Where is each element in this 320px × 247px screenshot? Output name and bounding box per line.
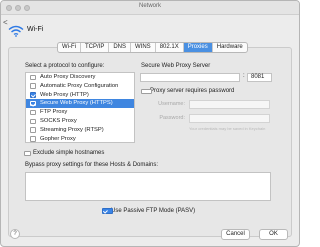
bypass-heading: Bypass proxy settings for these Hosts & … xyxy=(25,162,159,168)
proxy-server-input[interactable] xyxy=(140,73,240,82)
protocol-heading: Select a protocol to configure: xyxy=(25,63,105,69)
protocol-checkbox[interactable] xyxy=(30,109,36,116)
tab-wins[interactable]: WINS xyxy=(131,43,156,52)
protocol-label: Automatic Proxy Configuration xyxy=(40,82,119,89)
keychain-hint: Your credentials may be saved in Keychai… xyxy=(189,126,266,131)
password-label: Password: xyxy=(159,115,185,121)
protocol-label: Auto Proxy Discovery xyxy=(40,74,96,80)
password-field[interactable] xyxy=(189,114,270,123)
help-button[interactable]: ? xyxy=(10,229,20,239)
protocol-checkbox[interactable] xyxy=(30,83,36,89)
window-title: Network xyxy=(138,3,161,9)
exclude-hostnames-label: Exclude simple hostnames xyxy=(33,150,105,156)
title-bar: Network xyxy=(1,1,299,15)
port-separator: : xyxy=(243,73,245,79)
tab-wifi[interactable]: Wi-Fi xyxy=(58,43,81,52)
passive-ftp-option[interactable]: Use Passive FTP Mode (PASV) xyxy=(102,208,195,214)
protocol-list: Auto Proxy Discovery Automatic Proxy Con… xyxy=(25,72,135,143)
proxy-port-input[interactable]: 8081 xyxy=(247,73,272,82)
protocol-label: Streaming Proxy (RTSP) xyxy=(40,126,104,133)
requires-password-option[interactable]: Proxy server requires password xyxy=(141,88,234,94)
cancel-button[interactable]: Cancel xyxy=(221,229,250,240)
tab-bar: Wi-Fi TCP/IP DNS WINS 802.1X Proxies Har… xyxy=(57,42,248,53)
tab-tcpip[interactable]: TCP/IP xyxy=(81,43,110,52)
protocol-row-auto-config[interactable]: Automatic Proxy Configuration xyxy=(26,82,134,91)
wifi-icon xyxy=(8,25,24,37)
tab-dns[interactable]: DNS xyxy=(109,43,132,52)
passive-ftp-checkbox[interactable] xyxy=(102,208,113,214)
protocol-checkbox[interactable] xyxy=(30,100,36,107)
protocol-row-rtsp[interactable]: Streaming Proxy (RTSP) xyxy=(26,126,134,135)
exclude-hostnames-checkbox[interactable] xyxy=(24,150,31,156)
requires-password-label: Proxy server requires password xyxy=(150,88,235,94)
username-label: Username: xyxy=(158,101,185,107)
protocol-row-https[interactable]: Secure Web Proxy (HTTPS) xyxy=(26,99,134,109)
interface-name: Wi-Fi xyxy=(27,26,44,33)
tab-8021x[interactable]: 802.1X xyxy=(156,43,184,52)
requires-password-checkbox[interactable] xyxy=(141,88,152,94)
ok-button[interactable]: OK xyxy=(259,229,288,240)
username-field[interactable] xyxy=(189,100,270,109)
protocol-row-socks[interactable]: SOCKS Proxy xyxy=(26,117,134,126)
protocol-label: Secure Web Proxy (HTTPS) xyxy=(40,100,113,107)
protocol-label: FTP Proxy xyxy=(40,109,68,116)
protocol-checkbox[interactable] xyxy=(30,136,36,142)
server-heading: Secure Web Proxy Server xyxy=(141,63,211,69)
protocol-label: Gopher Proxy xyxy=(40,135,76,142)
interface-header: < Wi-Fi xyxy=(1,15,299,43)
bypass-hosts-textarea[interactable] xyxy=(25,172,271,201)
network-window: Network < Wi-Fi Wi-Fi TCP/IP DNS WINS 80… xyxy=(0,0,300,247)
protocol-checkbox[interactable] xyxy=(30,92,36,98)
passive-ftp-label: Use Passive FTP Mode (PASV) xyxy=(111,208,196,214)
protocol-label: SOCKS Proxy xyxy=(40,117,77,124)
protocol-checkbox[interactable] xyxy=(30,74,36,81)
tab-proxies[interactable]: Proxies xyxy=(183,43,213,52)
protocol-label: Web Proxy (HTTP) xyxy=(40,91,89,98)
protocol-row-ftp[interactable]: FTP Proxy xyxy=(26,108,134,117)
protocol-row-gopher[interactable]: Gopher Proxy xyxy=(26,135,134,144)
protocol-checkbox[interactable] xyxy=(30,118,36,125)
protocol-row-auto-discovery[interactable]: Auto Proxy Discovery xyxy=(26,73,134,82)
exclude-simple-hostnames[interactable]: Exclude simple hostnames xyxy=(24,150,105,156)
tab-hardware[interactable]: Hardware xyxy=(213,43,247,52)
protocol-row-http[interactable]: Web Proxy (HTTP) xyxy=(26,91,134,100)
protocol-checkbox[interactable] xyxy=(30,127,36,133)
back-button[interactable]: < xyxy=(3,18,8,27)
